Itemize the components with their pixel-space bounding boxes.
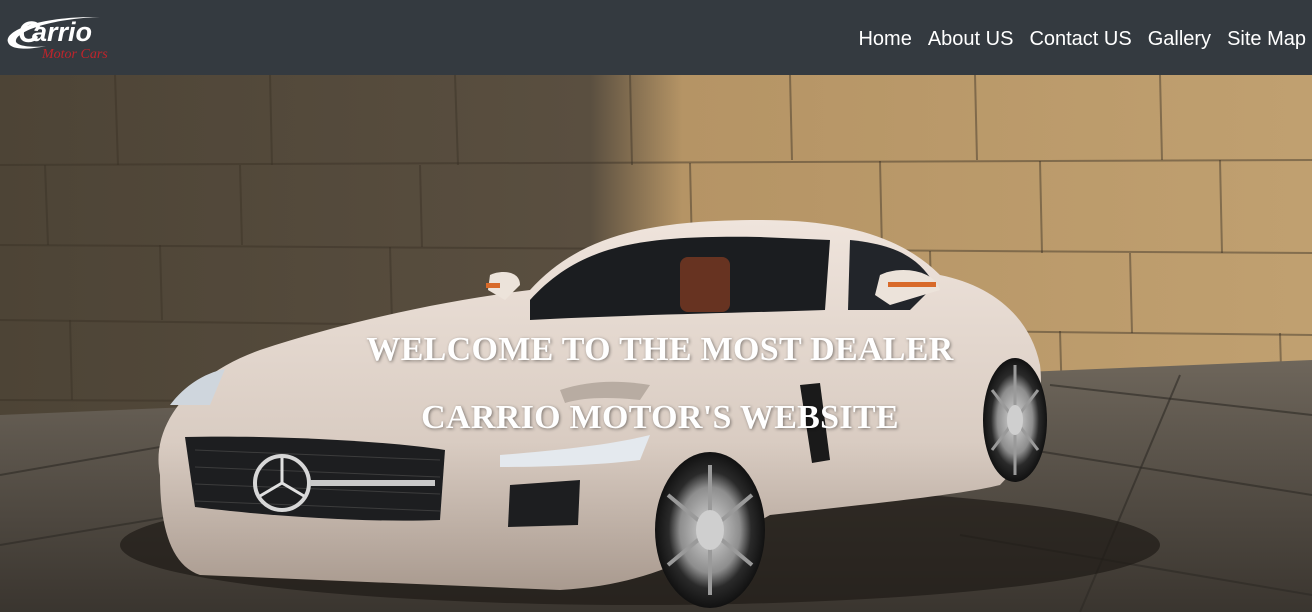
navbar: arrio C Motor Cars Home About US Contact…: [0, 0, 1312, 75]
carrio-logo[interactable]: arrio C Motor Cars: [2, 8, 142, 66]
nav-home-link[interactable]: Home: [858, 26, 911, 52]
main-nav: Home About US Contact US Gallery Site Ma…: [842, 26, 1306, 52]
nav-contact-link[interactable]: Contact US: [1029, 26, 1131, 52]
logo-script: Motor Cars: [41, 47, 108, 62]
hero-banner: WELCOME TO THE MOST DEALER CARRIO MOTOR'…: [0, 75, 1312, 612]
nav-gallery-link[interactable]: Gallery: [1148, 26, 1211, 52]
hero-heading-line-1: WELCOME TO THE MOST DEALER: [366, 331, 954, 368]
hero-heading-line-2: CARRIO MOTOR'S WEBSITE: [421, 399, 899, 436]
logo-wordmark: arrio: [32, 17, 92, 47]
logo-initial: C: [18, 16, 41, 49]
nav-sitemap-link[interactable]: Site Map: [1227, 26, 1306, 52]
nav-about-link[interactable]: About US: [928, 26, 1014, 52]
